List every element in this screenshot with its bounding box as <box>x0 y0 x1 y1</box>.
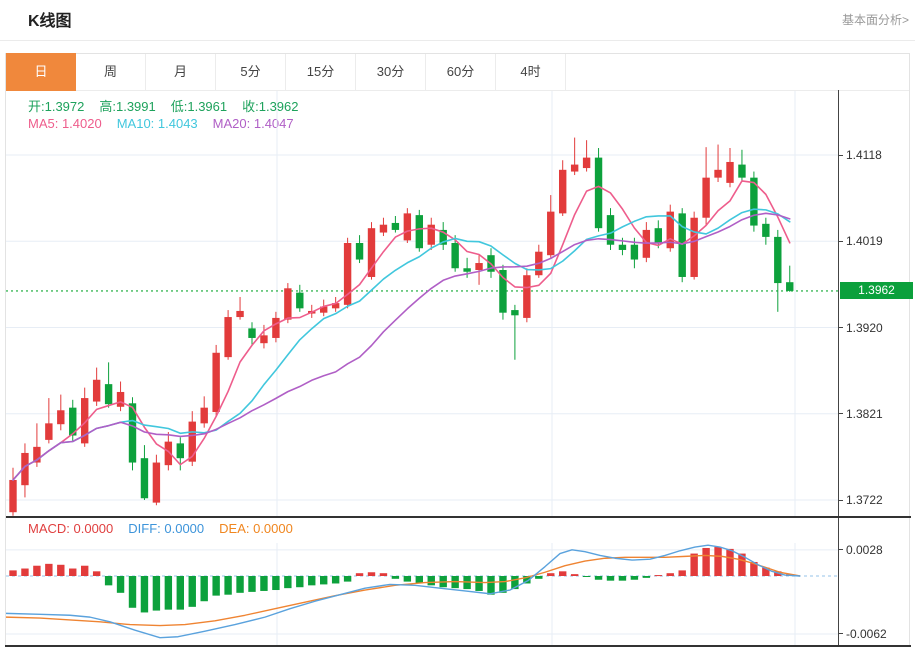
bottom-border <box>5 645 911 647</box>
price-label: 1.3821 <box>846 406 883 421</box>
macd-chart[interactable] <box>6 543 838 647</box>
tab-30分[interactable]: 30分 <box>356 54 426 90</box>
current-price-badge: 1.3962 <box>840 282 913 300</box>
macd-tick <box>838 549 843 551</box>
macd-row-dea: DEA: 0.0000 <box>219 521 293 536</box>
tab-月[interactable]: 月 <box>146 54 216 90</box>
price-label: 1.4019 <box>846 234 883 249</box>
price-label: 1.3722 <box>846 493 883 507</box>
tab-5分[interactable]: 5分 <box>216 54 286 90</box>
price-tick <box>838 327 843 328</box>
macd-label: 0.0028 <box>846 542 883 557</box>
main-candlestick-chart[interactable] <box>6 91 838 517</box>
period-tab-strip: 日周月 5分 15分 30分 60分 4时 <box>6 53 909 91</box>
tab-60分[interactable]: 60分 <box>426 54 496 90</box>
macd-label: -0.0062 <box>846 626 887 641</box>
page-title: K线图 <box>28 13 72 30</box>
price-label: 1.4118 <box>846 148 882 162</box>
panel-divider <box>6 516 911 518</box>
macd-row-macd: MACD: 0.0000 <box>28 521 114 536</box>
price-tick <box>838 499 843 501</box>
tab-15分[interactable]: 15分 <box>286 54 356 90</box>
price-tick <box>838 240 843 242</box>
tab-4时[interactable]: 4时 <box>496 54 566 90</box>
macd-readout: MACD: 0.0000 DIFF: 0.0000 DEA: 0.0000 <box>28 521 308 537</box>
fundamental-analysis-link[interactable]: 基本面分析> <box>842 11 909 28</box>
macd-tick <box>838 633 843 635</box>
price-label: 1.3920 <box>846 320 883 335</box>
header-divider <box>0 40 915 41</box>
macd-row-diff: DIFF: 0.0000 <box>128 521 205 536</box>
tab-日[interactable]: 日 <box>6 53 76 91</box>
price-axis-line <box>838 90 839 647</box>
tab-周[interactable]: 周 <box>76 54 146 90</box>
price-tick <box>838 154 843 156</box>
price-tick <box>838 413 843 415</box>
kline-widget: K线图 基本面分析> 日周月 5分 15分 30分 60分 4时 开:1.3972 高:1.… <box>0 0 915 650</box>
